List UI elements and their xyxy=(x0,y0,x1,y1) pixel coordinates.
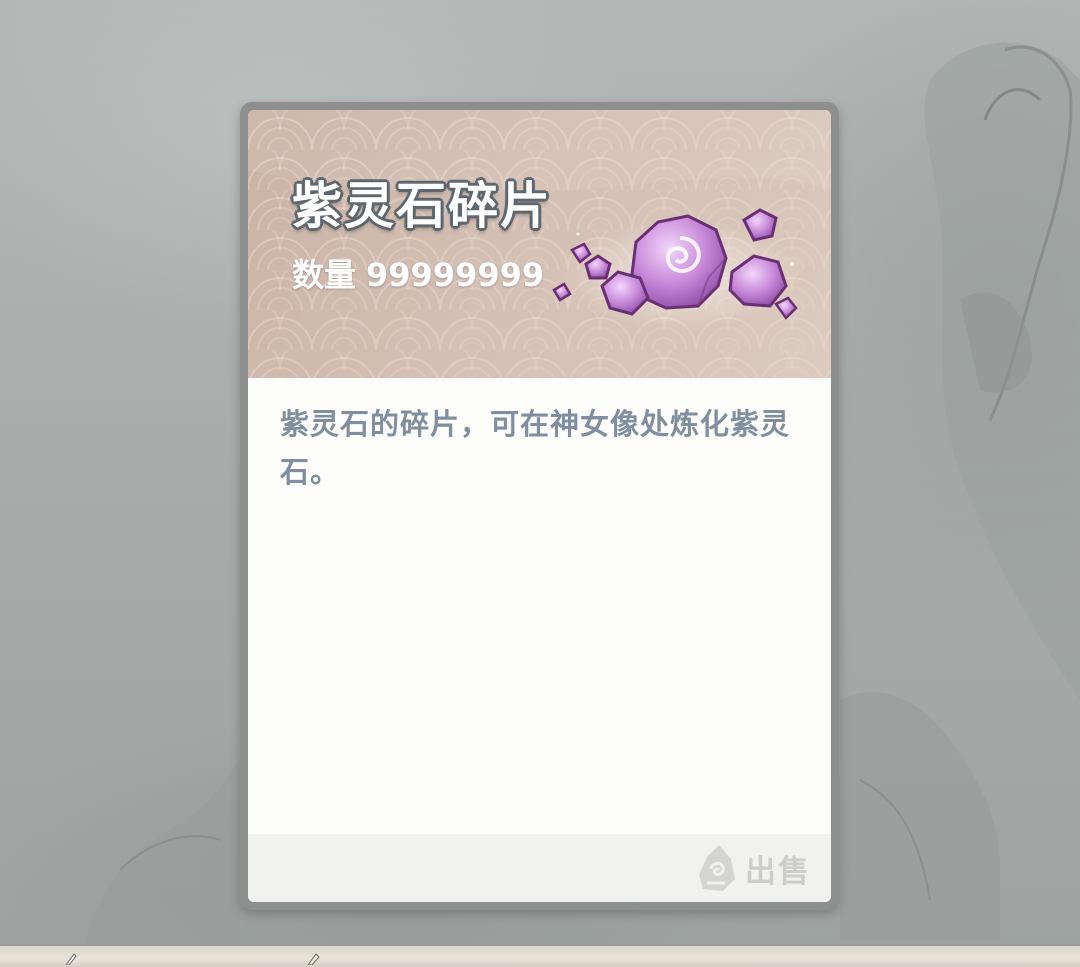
item-description: 紫灵石的碎片，可在神女像处炼化紫灵石。 xyxy=(280,407,791,489)
quantity-value: 99999999 xyxy=(366,256,545,294)
tab-corner-icon xyxy=(307,953,320,965)
item-action-bar: 出售 xyxy=(248,834,831,902)
item-header: 紫灵石碎片 数量 99999999 xyxy=(248,110,831,378)
coin-bag-icon xyxy=(699,845,735,891)
purple-spirit-stone-fragments-icon xyxy=(552,208,798,329)
sell-button[interactable]: 出售 xyxy=(697,842,811,894)
quantity-label: 数量 xyxy=(292,256,357,294)
sell-label: 出售 xyxy=(745,853,811,890)
bottom-tab-bar xyxy=(0,944,1080,967)
tab-corner-icon xyxy=(65,953,77,965)
item-detail-card: 紫灵石碎片 数量 99999999 紫灵石的碎片，可在神女像处炼化紫灵石。 出售 xyxy=(240,102,839,910)
item-name: 紫灵石碎片 xyxy=(292,176,552,235)
item-detail-panel: 紫灵石碎片 数量 99999999 紫灵石的碎片，可在神女像处炼化紫灵石。 出售 xyxy=(248,110,831,902)
item-quantity: 数量 99999999 xyxy=(292,250,544,296)
